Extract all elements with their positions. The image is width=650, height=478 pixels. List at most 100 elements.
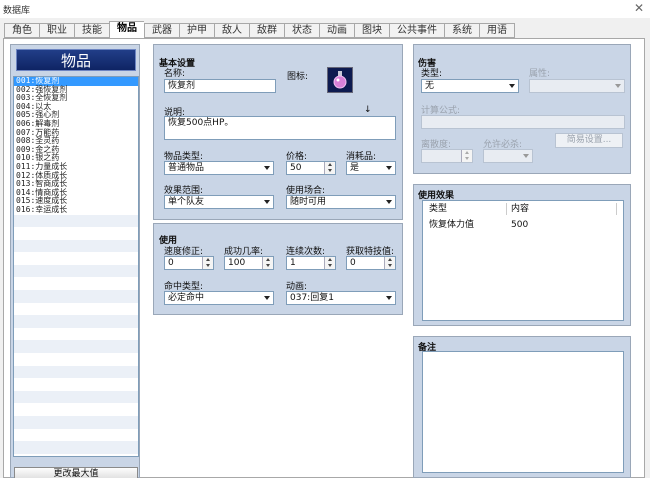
- list-item-empty[interactable]: [14, 378, 138, 391]
- change-max-button[interactable]: 更改最大值: [14, 467, 138, 478]
- consumable-value: 是: [350, 163, 360, 173]
- hit-type-value: 必定命中: [168, 293, 205, 303]
- icon-label: 图标:: [287, 72, 309, 82]
- success-value: 100: [228, 258, 246, 268]
- list-item-empty[interactable]: [14, 239, 138, 253]
- repeat-value: 1: [290, 258, 296, 268]
- tab-12[interactable]: 系统: [444, 23, 479, 38]
- invocation-panel: 使用 速度修正: 0 成功几率: 100 连续次数: 1 获取特技值: 0 命中…: [153, 223, 403, 315]
- list-item-empty[interactable]: [14, 353, 138, 366]
- tp-gain-value: 0: [350, 258, 356, 268]
- tab-11[interactable]: 公共事件: [389, 23, 444, 38]
- tab-8[interactable]: 状态: [284, 23, 319, 38]
- chevron-down-icon: [386, 296, 392, 300]
- spin-icon[interactable]: [324, 257, 335, 269]
- item-type-value: 普通物品: [168, 163, 205, 173]
- speed-stepper[interactable]: 0: [164, 256, 214, 270]
- list-item-empty[interactable]: [14, 264, 138, 278]
- title-bar: 数据库 ✕: [0, 0, 650, 18]
- spin-icon[interactable]: [202, 257, 213, 269]
- effects-table-header: 类型 内容: [423, 203, 623, 215]
- list-item-empty[interactable]: [14, 303, 138, 316]
- tab-10[interactable]: 图块: [354, 23, 389, 38]
- list-item-empty[interactable]: [14, 340, 138, 354]
- animation-select[interactable]: 037:回复1: [286, 291, 396, 305]
- chevron-down-icon: [264, 166, 270, 170]
- critical-select[interactable]: [483, 149, 533, 163]
- variance-stepper[interactable]: [421, 149, 473, 163]
- potion-icon[interactable]: [327, 67, 353, 93]
- tab-5[interactable]: 护甲: [179, 23, 214, 38]
- price-value: 50: [290, 163, 302, 173]
- formula-input[interactable]: [421, 115, 625, 129]
- tab-2[interactable]: 技能: [74, 23, 109, 38]
- element-select[interactable]: [529, 79, 625, 93]
- chevron-down-icon: [523, 154, 529, 158]
- tab-9[interactable]: 动画: [319, 23, 354, 38]
- list-item-empty[interactable]: [14, 403, 138, 416]
- occasion-value: 随时可用: [290, 197, 327, 207]
- list-item-empty[interactable]: [14, 290, 138, 303]
- potion-icon-graphic: [333, 71, 347, 89]
- scope-value: 单个队友: [168, 197, 205, 207]
- list-item-empty[interactable]: [14, 416, 138, 429]
- damage-type-select[interactable]: 无: [421, 79, 519, 93]
- animation-value: 037:回复1: [290, 293, 334, 303]
- effect-content-cell: 500: [511, 220, 529, 230]
- price-stepper[interactable]: 50: [286, 161, 336, 175]
- column-header-type: 类型: [423, 203, 507, 215]
- chevron-down-icon: [386, 166, 392, 170]
- list-item-empty[interactable]: [14, 429, 138, 442]
- window-title: 数据库: [3, 6, 31, 16]
- table-row[interactable]: 恢复体力值 500: [423, 219, 623, 231]
- description-input[interactable]: 恢复500点HP。: [164, 116, 396, 140]
- list-item-empty[interactable]: [14, 328, 138, 341]
- list-item-empty[interactable]: [14, 214, 138, 228]
- item-list-title: 物品: [16, 49, 136, 71]
- name-input[interactable]: 恢复剂: [164, 79, 276, 93]
- list-item-empty[interactable]: [14, 277, 138, 290]
- success-stepper[interactable]: 100: [224, 256, 274, 270]
- repeat-stepper[interactable]: 1: [286, 256, 336, 270]
- scope-select[interactable]: 单个队友: [164, 195, 274, 209]
- simple-settings-button[interactable]: 简易设置...: [555, 133, 623, 148]
- element-label: 属性:: [529, 69, 551, 79]
- tab-6[interactable]: 敌人: [214, 23, 249, 38]
- occasion-select[interactable]: 随时可用: [286, 195, 396, 209]
- effects-table[interactable]: 类型 内容 恢复体力值 500: [422, 200, 624, 321]
- hit-type-select[interactable]: 必定命中: [164, 291, 274, 305]
- tab-13[interactable]: 用语: [479, 23, 515, 38]
- description-marker: ↓: [364, 105, 372, 115]
- spin-icon[interactable]: [262, 257, 273, 269]
- damage-panel: 伤害 类型: 无 属性: 计算公式: 离散度: 允许必杀: 简易设置...: [413, 44, 631, 174]
- tab-3[interactable]: 物品: [109, 21, 144, 38]
- tp-gain-stepper[interactable]: 0: [346, 256, 396, 270]
- tab-0[interactable]: 角色: [4, 23, 39, 38]
- list-item[interactable]: 016:幸运成长: [14, 205, 138, 215]
- spin-icon[interactable]: [384, 257, 395, 269]
- note-input[interactable]: [422, 351, 624, 473]
- list-item-empty[interactable]: [14, 365, 138, 379]
- column-header-content: 内容: [507, 203, 617, 215]
- chevron-down-icon: [509, 84, 515, 88]
- item-list[interactable]: 001:恢复剂 002:强恢复剂 003:全恢复剂 004:以太 005:强心剂 006:…: [13, 76, 139, 457]
- list-item-empty[interactable]: [14, 227, 138, 240]
- chevron-down-icon: [386, 200, 392, 204]
- damage-type-label: 类型:: [421, 69, 443, 79]
- list-item-empty[interactable]: [14, 252, 138, 265]
- consumable-select[interactable]: 是: [346, 161, 396, 175]
- item-type-select[interactable]: 普通物品: [164, 161, 274, 175]
- effect-type-cell: 恢复体力值: [429, 220, 475, 230]
- list-item-empty[interactable]: [14, 315, 138, 328]
- chevron-down-icon: [264, 296, 270, 300]
- list-item-empty[interactable]: [14, 441, 138, 454]
- name-label: 名称:: [164, 69, 186, 79]
- close-icon[interactable]: ✕: [634, 1, 644, 15]
- tab-4[interactable]: 武器: [144, 23, 179, 38]
- spin-icon[interactable]: [461, 150, 472, 162]
- spin-icon[interactable]: [324, 162, 335, 174]
- list-item-empty[interactable]: [14, 390, 138, 404]
- effects-panel: 使用效果 类型 内容 恢复体力值 500: [413, 184, 631, 326]
- tab-1[interactable]: 职业: [39, 23, 74, 38]
- tab-7[interactable]: 敌群: [249, 23, 284, 38]
